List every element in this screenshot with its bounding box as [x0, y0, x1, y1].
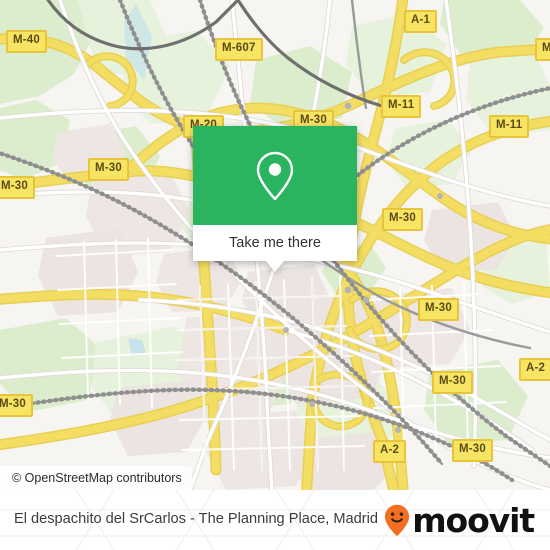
popup-pointer	[265, 260, 285, 272]
take-me-there-button[interactable]: Take me there	[193, 225, 357, 261]
map-screenshot-root: .land { fill:#f7f5f1; } .park { fill:#dc…	[0, 0, 550, 550]
map-attribution[interactable]: © OpenStreetMap contributors	[0, 466, 192, 490]
road-shield: A-2	[373, 440, 407, 463]
moovit-smiley-pin-icon	[385, 504, 410, 536]
road-shield: M-30	[0, 176, 36, 199]
road-shield: M-607	[215, 38, 263, 61]
road-shield: M-30	[452, 439, 494, 462]
moovit-wordmark: moovit	[412, 500, 535, 540]
map-canvas[interactable]: .land { fill:#f7f5f1; } .park { fill:#dc…	[0, 0, 550, 490]
road-shield: M-30	[418, 298, 460, 321]
moovit-logo[interactable]: moovit	[384, 504, 536, 537]
road-shield: M-11	[381, 95, 422, 118]
road-shield: A-1	[404, 10, 438, 33]
road-shield: M-30	[382, 208, 424, 231]
take-me-there-label: Take me there	[229, 235, 321, 251]
place-popup-card[interactable]: Take me there	[193, 126, 357, 272]
road-shield: M-30	[0, 394, 34, 417]
place-title: El despachito del SrCarlos - The Plannin…	[14, 511, 378, 528]
road-shield: M-40	[6, 30, 48, 53]
attribution-text: © OpenStreetMap contributors	[12, 471, 182, 485]
road-shield: M-30	[432, 371, 474, 394]
road-shield: M-11	[489, 115, 530, 138]
popup-header	[193, 126, 357, 225]
road-shield: A-2	[519, 358, 550, 381]
road-shield: M-	[535, 38, 550, 61]
footer-bar: El despachito del SrCarlos - The Plannin…	[0, 490, 550, 550]
map-pin-icon	[256, 151, 294, 200]
road-shield: M-30	[88, 158, 130, 181]
